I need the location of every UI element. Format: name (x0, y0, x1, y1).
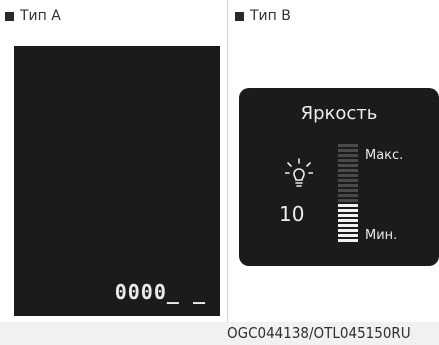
column-divider (227, 0, 228, 322)
brightness-scale-segment (338, 169, 358, 172)
type-a-display: 0000_ _ (14, 46, 220, 316)
type-a-label: Тип A (5, 6, 61, 26)
brightness-scale-segment (338, 144, 358, 147)
brightness-scale-segment (338, 194, 358, 197)
square-bullet-icon (5, 11, 14, 21)
brightness-scale-segment (338, 179, 358, 182)
brightness-scale-segment (338, 159, 358, 162)
type-b-display: Яркость 10 Макс. Мин. (239, 88, 439, 266)
brightness-scale-segment (338, 154, 358, 157)
figure-code: OGC044138/OTL045150RU (227, 324, 411, 342)
max-label: Макс. (365, 148, 404, 163)
brightness-scale-segment (338, 174, 358, 177)
type-b-text: Тип B (250, 8, 291, 24)
brightness-scale-segment (338, 204, 358, 207)
brightness-level: 10 (279, 202, 305, 226)
brightness-scale-segment (338, 219, 358, 222)
brightness-scale-segment (338, 149, 358, 152)
brightness-scale-segment (338, 209, 358, 212)
brightness-scale-segment (338, 239, 358, 242)
type-a-text: Тип A (20, 8, 61, 24)
brightness-scale-segment (338, 189, 358, 192)
square-bullet-icon (235, 11, 244, 21)
odometer-readout: 0000_ _ (114, 280, 206, 304)
brightness-scale (338, 144, 358, 244)
min-label: Мин. (365, 228, 398, 243)
brightness-scale-segment (338, 164, 358, 167)
brightness-scale-segment (338, 214, 358, 217)
brightness-scale-segment (338, 229, 358, 232)
brightness-bulb-icon (285, 158, 313, 187)
brightness-scale-segment (338, 199, 358, 202)
brightness-scale-segment (338, 184, 358, 187)
brightness-scale-segment (338, 224, 358, 227)
type-b-label: Тип B (235, 6, 291, 26)
brightness-title: Яркость (300, 103, 378, 124)
brightness-scale-segment (338, 234, 358, 237)
